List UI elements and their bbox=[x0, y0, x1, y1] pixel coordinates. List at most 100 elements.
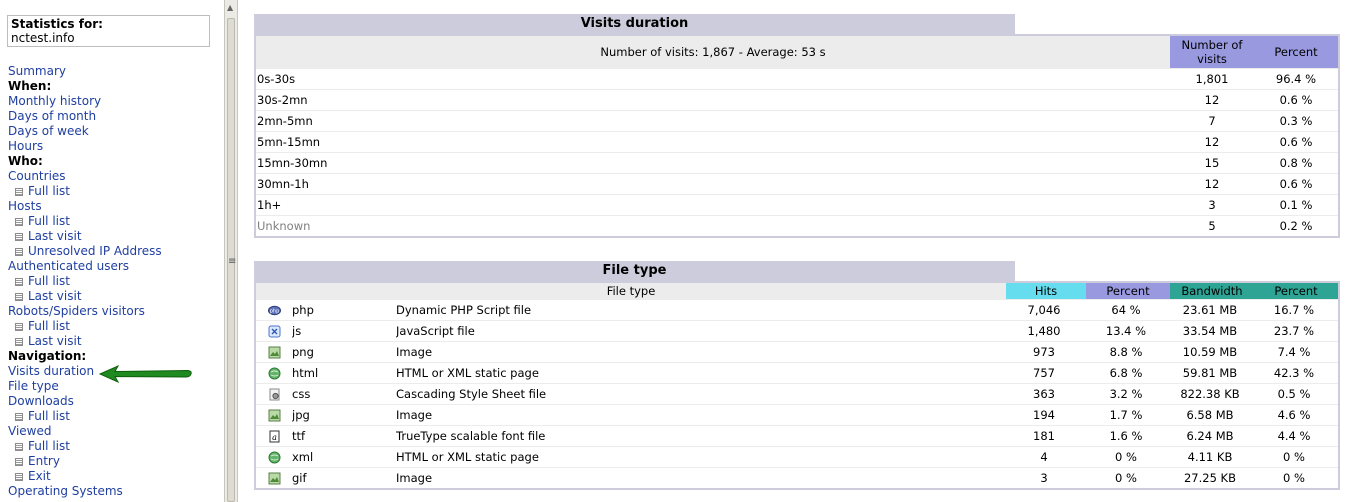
col-number-of-visits: Number of visits bbox=[1170, 36, 1254, 68]
bandwidth-value: 4.11 KB bbox=[1187, 450, 1233, 464]
bandwidth-percent-value: 4.6 % bbox=[1277, 408, 1311, 422]
menu-link-last-visit[interactable]: Last visit bbox=[8, 229, 223, 244]
menu-link-full-list[interactable]: Full list bbox=[8, 184, 223, 199]
menu-link-days-of-month[interactable]: Days of month bbox=[8, 109, 223, 124]
table-row: 2mn-5mn 7 0.3 % bbox=[256, 110, 1338, 131]
file-extension: gif bbox=[292, 471, 307, 485]
svg-text:a: a bbox=[272, 433, 277, 442]
duration-label: 5mn-15mn bbox=[257, 135, 321, 149]
menu-label: Visits duration bbox=[8, 364, 95, 378]
table-row: html HTML or XML static page 757 6.8 % 59.81… bbox=[256, 362, 1338, 383]
visits-duration-title: Visits duration bbox=[254, 14, 1015, 34]
visits-percent: 0.6 % bbox=[1279, 93, 1313, 107]
duration-label: 0s-30s bbox=[257, 72, 296, 86]
file-type-title: File type bbox=[254, 261, 1015, 281]
scroll-up-arrow-icon[interactable]: ▲ bbox=[227, 3, 233, 12]
green-arrow-icon bbox=[98, 364, 192, 384]
menu-label: Full list bbox=[28, 319, 70, 333]
list-icon bbox=[15, 293, 23, 301]
bandwidth-percent-value: 4.4 % bbox=[1277, 429, 1311, 443]
menu-link-days-of-week[interactable]: Days of week bbox=[8, 124, 223, 139]
menu-link-entry[interactable]: Entry bbox=[8, 454, 223, 469]
menu-label: Days of month bbox=[8, 109, 97, 123]
menu-link-last-visit[interactable]: Last visit bbox=[8, 334, 223, 349]
hits-percent-value: 1.7 % bbox=[1109, 408, 1143, 422]
js-icon bbox=[256, 321, 292, 341]
list-icon bbox=[15, 413, 23, 421]
table-row: gif Image 3 0 % 27.25 KB 0 % bbox=[256, 467, 1338, 488]
duration-label: 1h+ bbox=[257, 198, 282, 212]
menu-link-full-list[interactable]: Full list bbox=[8, 439, 223, 454]
menu-label: Hours bbox=[8, 139, 44, 153]
visits-count: 5 bbox=[1208, 219, 1216, 233]
visits-count: 12 bbox=[1204, 135, 1220, 149]
duration-label: 30s-2mn bbox=[257, 93, 308, 107]
image-icon bbox=[256, 405, 292, 425]
list-icon bbox=[15, 278, 23, 286]
visits-percent: 96.4 % bbox=[1275, 72, 1317, 86]
menu-link-countries[interactable]: Countries bbox=[8, 169, 223, 184]
bandwidth-percent-value: 0 % bbox=[1283, 450, 1305, 464]
visits-percent: 0.6 % bbox=[1279, 135, 1313, 149]
file-type-rows: php php Dynamic PHP Script file 7,046 64 % 23… bbox=[256, 299, 1338, 488]
list-icon bbox=[15, 458, 23, 466]
menu-link-hours[interactable]: Hours bbox=[8, 139, 223, 154]
col-percent: Percent bbox=[1254, 36, 1338, 68]
visits-percent: 0.1 % bbox=[1279, 198, 1313, 212]
menu-label: When: bbox=[8, 79, 52, 93]
file-description: JavaScript file bbox=[396, 324, 475, 338]
table-row: 1h+ 3 0.1 % bbox=[256, 194, 1338, 215]
file-description: Dynamic PHP Script file bbox=[396, 303, 532, 317]
visits-count: 7 bbox=[1208, 114, 1216, 128]
menu-link-full-list[interactable]: Full list bbox=[8, 214, 223, 229]
table-row: js JavaScript file 1,480 13.4 % 33.54 MB 23.7… bbox=[256, 320, 1338, 341]
menu-heading-who: Who: bbox=[8, 154, 223, 169]
menu-label: Summary bbox=[8, 64, 66, 78]
menu-link-summary[interactable]: Summary bbox=[8, 64, 223, 79]
menu-label: Full list bbox=[28, 214, 70, 228]
hits-value: 363 bbox=[1033, 387, 1055, 401]
menu-link-monthly-history[interactable]: Monthly history bbox=[8, 94, 223, 109]
menu-link-downloads[interactable]: Downloads bbox=[8, 394, 223, 409]
menu-link-last-visit[interactable]: Last visit bbox=[8, 289, 223, 304]
menu-link-unresolved-ip-address[interactable]: Unresolved IP Address bbox=[8, 244, 223, 259]
menu-link-exit[interactable]: Exit bbox=[8, 469, 223, 484]
menu-link-full-list[interactable]: Full list bbox=[8, 274, 223, 289]
splitter-grip-icon[interactable]: ≡ bbox=[228, 257, 236, 267]
menu-link-full-list[interactable]: Full list bbox=[8, 409, 223, 424]
bandwidth-value: 33.54 MB bbox=[1182, 324, 1238, 338]
frame-splitter[interactable]: ▲ ≡ bbox=[224, 0, 238, 502]
hits-value: 973 bbox=[1033, 345, 1055, 359]
menu-link-robots-spiders-visitors[interactable]: Robots/Spiders visitors bbox=[8, 304, 223, 319]
menu-label: Authenticated users bbox=[8, 259, 130, 273]
bandwidth-value: 23.61 MB bbox=[1182, 303, 1238, 317]
menu-link-viewed[interactable]: Viewed bbox=[8, 424, 223, 439]
file-extension: php bbox=[292, 303, 314, 317]
php-icon: php bbox=[256, 300, 292, 320]
file-description: Cascading Style Sheet file bbox=[396, 387, 547, 401]
table-row: css Cascading Style Sheet file 363 3.2 % 822… bbox=[256, 383, 1338, 404]
menu-link-hosts[interactable]: Hosts bbox=[8, 199, 223, 214]
hits-value: 4 bbox=[1040, 450, 1048, 464]
bandwidth-value: 27.25 KB bbox=[1183, 471, 1236, 485]
menu-link-authenticated-users[interactable]: Authenticated users bbox=[8, 259, 223, 274]
hits-percent-value: 1.6 % bbox=[1109, 429, 1143, 443]
stats-for-box: Statistics for: nctest.info bbox=[7, 15, 210, 47]
table-row: php php Dynamic PHP Script file 7,046 64 % 23… bbox=[256, 299, 1338, 320]
hits-value: 757 bbox=[1033, 366, 1055, 380]
list-icon bbox=[15, 218, 23, 226]
menu-link-operating-systems[interactable]: Operating Systems bbox=[8, 484, 223, 499]
file-type-table: File type Hits Percent Bandwidth Percent… bbox=[254, 281, 1340, 490]
bandwidth-percent-value: 7.4 % bbox=[1277, 345, 1311, 359]
bandwidth-value: 6.24 MB bbox=[1186, 429, 1234, 443]
file-description: HTML or XML static page bbox=[396, 366, 539, 380]
hits-percent-value: 64 % bbox=[1111, 303, 1141, 317]
table-row: xml HTML or XML static page 4 0 % 4.11 KB 0 % bbox=[256, 446, 1338, 467]
file-extension: ttf bbox=[292, 429, 306, 443]
menu-link-full-list[interactable]: Full list bbox=[8, 319, 223, 334]
visits-percent: 0.8 % bbox=[1279, 156, 1313, 170]
hits-percent-value: 6.8 % bbox=[1109, 366, 1143, 380]
menu-label: Full list bbox=[28, 439, 70, 453]
table-row: 30s-2mn 12 0.6 % bbox=[256, 89, 1338, 110]
file-description: Image bbox=[396, 471, 433, 485]
